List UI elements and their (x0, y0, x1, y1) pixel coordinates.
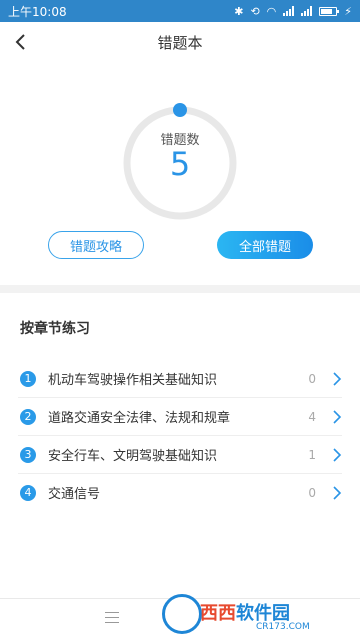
watermark-domain: CR173.COM (256, 622, 310, 632)
menu-icon[interactable] (105, 612, 119, 624)
signal-icon (283, 6, 295, 16)
chapter-count: 0 (308, 485, 316, 500)
page-title: 错题本 (157, 33, 203, 52)
chapter-list: 1 机动车驾驶操作相关基础知识 0 2 道路交通安全法律、法规和规章 4 3 安… (0, 360, 360, 511)
charging-icon: ⚡ (344, 4, 352, 18)
watermark-logo: 西西软件园 CR173.COM (160, 590, 360, 640)
chapter-label: 道路交通安全法律、法规和规章 (48, 411, 231, 426)
chapter-index-badge: 2 (20, 408, 36, 425)
chapter-label: 机动车驾驶操作相关基础知识 (48, 373, 218, 388)
chapter-count: 0 (308, 371, 316, 386)
strategy-button[interactable]: 错题攻略 (48, 231, 144, 259)
chapter-item[interactable]: 1 机动车驾驶操作相关基础知识 0 (18, 360, 342, 398)
chevron-left-icon (15, 34, 25, 50)
wrong-count-ring: 错题数 5 (120, 103, 240, 223)
signal-icon (301, 6, 313, 16)
chapter-item[interactable]: 2 道路交通安全法律、法规和规章 4 (18, 398, 342, 436)
wifi-icon: ◠ (266, 4, 277, 18)
chapter-item[interactable]: 3 安全行车、文明驾驶基础知识 1 (18, 436, 342, 474)
chapter-count: 4 (308, 409, 316, 424)
chapter-label: 交通信号 (48, 487, 101, 502)
all-wrong-button[interactable]: 全部错题 (217, 231, 313, 259)
back-button[interactable] (6, 28, 34, 56)
chapter-index-badge: 4 (20, 484, 36, 501)
chapter-count: 1 (308, 447, 316, 462)
chevron-right-icon (333, 447, 342, 462)
status-time: 上午10:08 (8, 4, 67, 19)
ring-indicator-dot (173, 103, 187, 117)
status-bar: 上午10:08 ✱ ⟲ ◠ ⚡ (0, 0, 360, 22)
bluetooth-icon: ✱ (234, 4, 244, 18)
chapter-label: 安全行车、文明驾驶基础知识 (48, 449, 218, 464)
chapter-item[interactable]: 4 交通信号 0 (18, 474, 342, 511)
watermark-emblem (162, 594, 202, 634)
section-divider (0, 285, 360, 293)
section-title: 按章节练习 (20, 321, 90, 337)
chevron-right-icon (333, 485, 342, 500)
chapter-index-badge: 3 (20, 446, 36, 463)
chevron-right-icon (333, 409, 342, 424)
wrong-count-value: 5 (169, 145, 191, 183)
battery-icon (319, 6, 340, 16)
rotate-icon: ⟲ (250, 4, 260, 18)
status-icons: ✱ ⟲ ◠ ⚡ (234, 5, 352, 18)
chapter-index-badge: 1 (20, 370, 36, 387)
chevron-right-icon (333, 371, 342, 386)
header: 错题本 (0, 22, 360, 62)
